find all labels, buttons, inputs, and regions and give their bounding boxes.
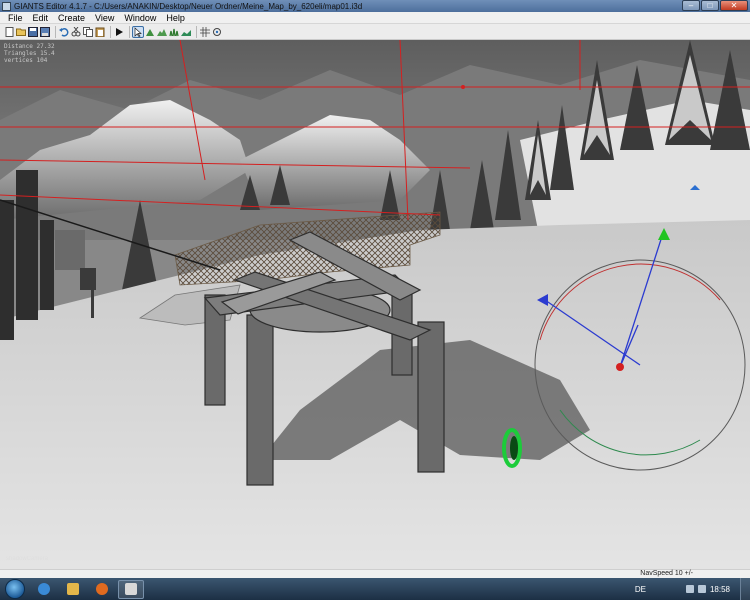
terrain-icon[interactable] bbox=[157, 27, 167, 37]
stat-vertices: vertices 104 bbox=[4, 57, 48, 64]
save-icon[interactable] bbox=[28, 26, 38, 37]
explorer-icon[interactable] bbox=[60, 580, 86, 599]
green-ring-shade bbox=[510, 436, 518, 460]
minimize-button[interactable]: – bbox=[682, 0, 700, 11]
ie-icon[interactable] bbox=[31, 580, 57, 599]
firefox-icon[interactable] bbox=[89, 580, 115, 599]
toolbar-separator bbox=[196, 25, 197, 38]
maximize-button[interactable]: □ bbox=[701, 0, 719, 11]
taskbar: DE 18:58 bbox=[0, 578, 750, 600]
play-icon[interactable] bbox=[114, 27, 124, 37]
title-bar: GIANTS Editor 4.1.7 - C:/Users/ANAKIN/De… bbox=[0, 0, 750, 12]
show-desktop-button[interactable] bbox=[740, 578, 750, 600]
system-tray: DE 18:58 bbox=[635, 578, 750, 600]
toolbar-separator bbox=[55, 25, 56, 38]
toolbar bbox=[0, 24, 750, 40]
close-button[interactable]: ✕ bbox=[720, 0, 748, 11]
texture-icon[interactable] bbox=[181, 27, 191, 37]
grid-icon[interactable] bbox=[200, 26, 210, 37]
save-as-icon[interactable] bbox=[40, 26, 50, 37]
toolbar-separator bbox=[110, 25, 111, 38]
clock[interactable]: 18:58 bbox=[710, 585, 730, 594]
stat-triangles: Triangles 15.4 bbox=[4, 50, 55, 57]
paste-icon[interactable] bbox=[95, 27, 105, 37]
undo-icon[interactable] bbox=[59, 27, 69, 37]
navspeed-readout: NavSpeed 10 +/- bbox=[640, 570, 693, 577]
select-icon[interactable] bbox=[132, 25, 144, 38]
scene bbox=[0, 40, 750, 569]
status-bar: NavSpeed 10 +/- bbox=[0, 569, 750, 578]
window-controls: – □ ✕ bbox=[681, 0, 748, 12]
menu-create[interactable]: Create bbox=[53, 12, 90, 24]
menu-edit[interactable]: Edit bbox=[28, 12, 54, 24]
new-icon[interactable] bbox=[4, 26, 14, 37]
menu-file[interactable]: File bbox=[3, 12, 28, 24]
menu-window[interactable]: Window bbox=[119, 12, 161, 24]
menu-view[interactable]: View bbox=[90, 12, 119, 24]
camera-label: shadowCamera bbox=[6, 556, 49, 562]
window-title: GIANTS Editor 4.1.7 - C:/Users/ANAKIN/De… bbox=[14, 1, 363, 11]
open-icon[interactable] bbox=[16, 27, 26, 37]
menu-bar: File Edit Create View Window Help bbox=[0, 12, 750, 24]
start-button[interactable] bbox=[5, 579, 25, 599]
viewport-stats: Distance 27.32 Triangles 15.4 vertices 1… bbox=[4, 43, 55, 64]
giants-editor-icon[interactable] bbox=[118, 579, 144, 599]
cut-icon[interactable] bbox=[71, 26, 81, 37]
network-icon[interactable] bbox=[685, 585, 694, 593]
paint-icon[interactable] bbox=[145, 27, 155, 37]
volume-icon[interactable] bbox=[697, 585, 706, 593]
menu-help[interactable]: Help bbox=[161, 12, 190, 24]
app-icon bbox=[2, 1, 11, 11]
foliage-icon[interactable] bbox=[169, 27, 179, 37]
copy-icon[interactable] bbox=[83, 26, 93, 37]
stat-distance: Distance 27.32 bbox=[4, 43, 55, 50]
frustum-point bbox=[461, 85, 465, 89]
toolbar-separator bbox=[129, 25, 130, 38]
language-indicator[interactable]: DE bbox=[635, 585, 646, 594]
snap-icon[interactable] bbox=[212, 27, 222, 37]
3d-viewport[interactable]: Distance 27.32 Triangles 15.4 vertices 1… bbox=[0, 40, 750, 569]
